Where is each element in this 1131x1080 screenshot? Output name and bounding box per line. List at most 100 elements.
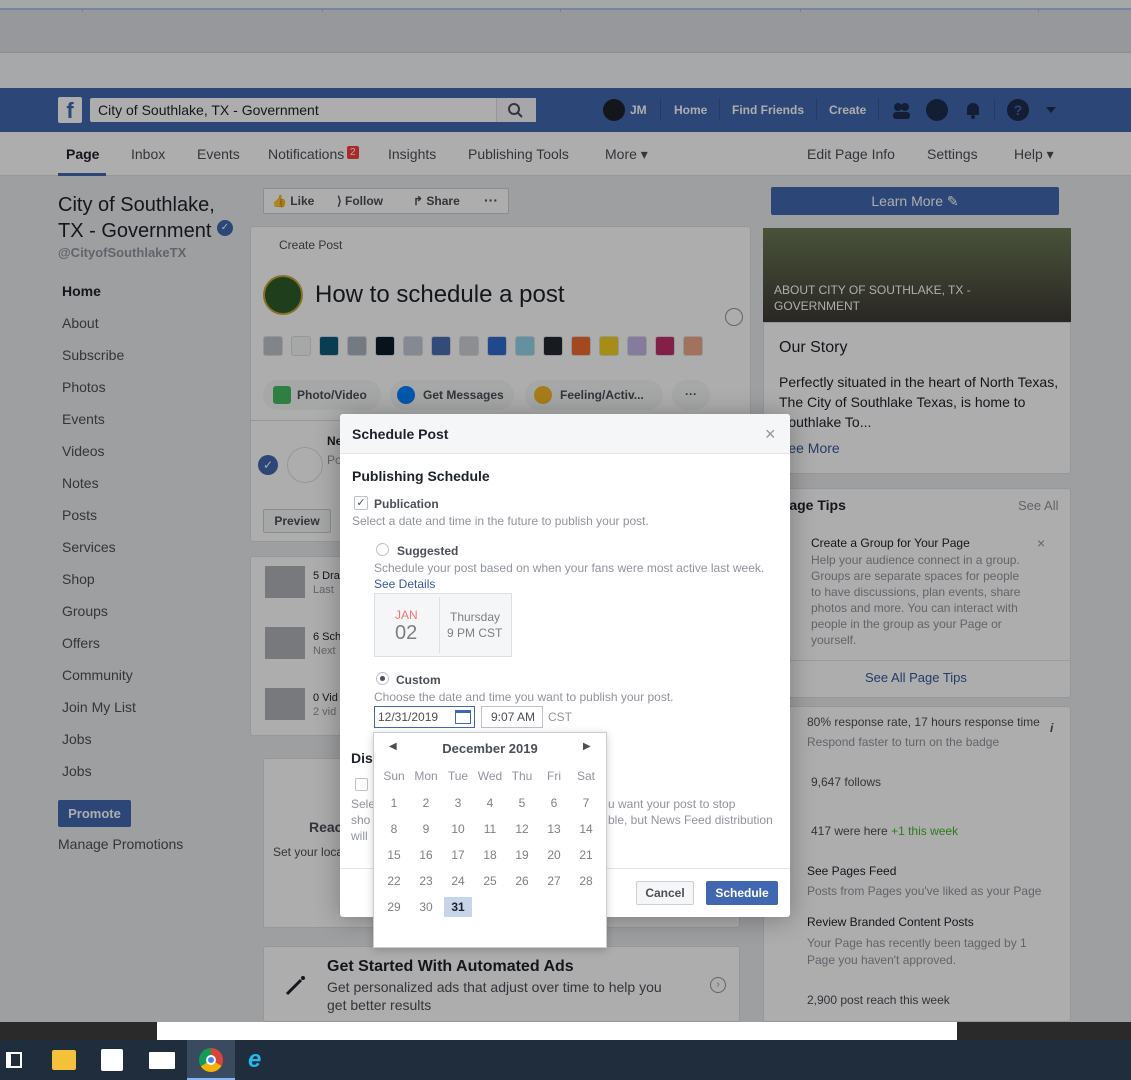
calendar-day[interactable]: 2 [412,793,440,813]
chevron-down-icon[interactable] [1046,107,1056,113]
sidebar-item-services[interactable]: Services [62,539,116,555]
background-swatch[interactable] [655,336,675,356]
calendar-day[interactable]: 19 [508,845,536,865]
manage-promotions-link[interactable]: Manage Promotions [58,836,183,852]
see-pages-feed-link[interactable]: See Pages Feed [807,864,896,878]
tab-inbox[interactable]: Inbox [131,146,165,162]
calendar-day[interactable]: 11 [476,819,504,839]
nav-home[interactable]: Home [674,103,707,117]
calendar-day[interactable]: 20 [540,845,568,865]
tab-publishing-tools[interactable]: Publishing Tools [468,146,569,162]
sidebar-item-events[interactable]: Events [62,411,105,427]
tab-page[interactable]: Page [66,146,99,162]
calendar-day[interactable]: 29 [380,897,408,917]
schedule-button[interactable]: Schedule [706,881,778,905]
calendar-day[interactable]: 23 [412,871,440,891]
calendar-day[interactable]: 4 [476,793,504,813]
search-button[interactable] [496,98,536,122]
calendar-day[interactable]: 28 [572,871,600,891]
emoji-icon[interactable] [725,308,743,326]
calendar-day[interactable]: 27 [540,871,568,891]
tab-more[interactable]: More ▾ [605,146,648,163]
friend-requests-icon[interactable] [890,99,912,121]
calendar-day[interactable]: 7 [572,793,600,813]
share-button[interactable]: ↱ Share [413,194,460,208]
tab-settings[interactable]: Settings [927,146,978,162]
sidebar-item-subscribe[interactable]: Subscribe [62,347,124,363]
file-explorer-icon[interactable] [52,1050,76,1070]
background-swatch[interactable] [347,336,367,356]
tab-insights[interactable]: Insights [388,146,436,162]
calendar-day[interactable]: 25 [476,871,504,891]
suggested-radio[interactable] [376,543,389,556]
news-feed-check-icon[interactable]: ✓ [258,455,278,475]
distribution-checkbox[interactable] [355,778,368,791]
close-icon[interactable]: × [765,424,776,445]
calendar-day[interactable]: 9 [412,819,440,839]
tip-title[interactable]: Create a Group for Your Page [811,536,970,550]
more-actions-button[interactable]: ··· [484,192,498,208]
calendar-day[interactable]: 18 [476,845,504,865]
background-swatch[interactable] [459,336,479,356]
sidebar-item-groups[interactable]: Groups [62,603,108,619]
about-banner-title[interactable]: ABOUT CITY OF SOUTHLAKE, TX - GOVERNMENT [774,282,1004,314]
calendar-day[interactable]: 1 [380,793,408,813]
notifications-bell-icon[interactable] [962,99,984,121]
review-branded-content-link[interactable]: Review Branded Content Posts [807,915,974,929]
sidebar-item-photos[interactable]: Photos [62,379,106,395]
mail-icon[interactable] [149,1052,175,1069]
calendar-day[interactable]: 31 [444,897,472,917]
calendar-day[interactable]: 3 [444,793,472,813]
calendar-day[interactable]: 16 [412,845,440,865]
info-icon[interactable]: i [1050,721,1053,735]
custom-radio[interactable] [376,672,389,685]
calendar-day[interactable]: 21 [572,845,600,865]
search-input[interactable]: City of Southlake, TX - Government [90,98,536,122]
calendar-icon[interactable] [455,710,471,724]
sidebar-item-offers[interactable]: Offers [62,635,100,651]
calendar-day[interactable]: 15 [380,845,408,865]
scheduled-count[interactable]: 6 Sch [313,631,341,643]
videos-count[interactable]: 0 Vid [313,692,338,704]
background-swatch[interactable] [319,336,339,356]
drafts-count[interactable]: 5 Dra [313,570,340,582]
sidebar-item-shop[interactable]: Shop [62,571,95,587]
nav-create[interactable]: Create [829,103,866,117]
background-swatch[interactable] [543,336,563,356]
calendar-day[interactable]: 17 [444,845,472,865]
publication-checkbox[interactable]: ✓ [354,496,368,510]
next-month-icon[interactable]: ▶ [583,741,591,752]
sidebar-item-join-my-list[interactable]: Join My List [62,699,136,715]
avatar[interactable] [603,99,625,121]
background-swatch[interactable] [571,336,591,356]
close-icon[interactable]: × [1037,535,1045,551]
store-icon[interactable] [101,1049,123,1071]
background-swatch[interactable] [515,336,535,356]
background-swatch[interactable] [291,336,311,356]
calendar-day[interactable]: 13 [540,819,568,839]
more-post-options-button[interactable]: ··· [672,380,710,410]
background-swatch[interactable] [683,336,703,356]
see-all-page-tips-link[interactable]: See All Page Tips [865,670,967,685]
background-swatch[interactable] [599,336,619,356]
calendar-day[interactable]: 5 [508,793,536,813]
background-swatch[interactable] [263,336,283,356]
background-swatch[interactable] [627,336,647,356]
preview-button[interactable]: Preview [263,509,331,533]
chevron-right-icon[interactable]: › [710,977,726,993]
sidebar-item-jobs[interactable]: Jobs [62,763,92,779]
tab-notifications[interactable]: Notifications [268,146,344,162]
tab-events[interactable]: Events [197,146,240,162]
background-swatch[interactable] [403,336,423,356]
learn-more-button[interactable]: Learn More ✎ [771,187,1059,215]
calendar-day[interactable]: 12 [508,819,536,839]
internet-explorer-icon[interactable]: e [248,1048,272,1072]
calendar-day[interactable]: 26 [508,871,536,891]
sidebar-item-community[interactable]: Community [62,667,133,683]
background-swatch[interactable] [487,336,507,356]
sidebar-item-notes[interactable]: Notes [62,475,99,491]
calendar-day[interactable]: 10 [444,819,472,839]
see-details-link[interactable]: See Details [374,577,435,591]
tab-help[interactable]: Help ▾ [1014,146,1054,163]
promote-button[interactable]: Promote [58,800,131,827]
